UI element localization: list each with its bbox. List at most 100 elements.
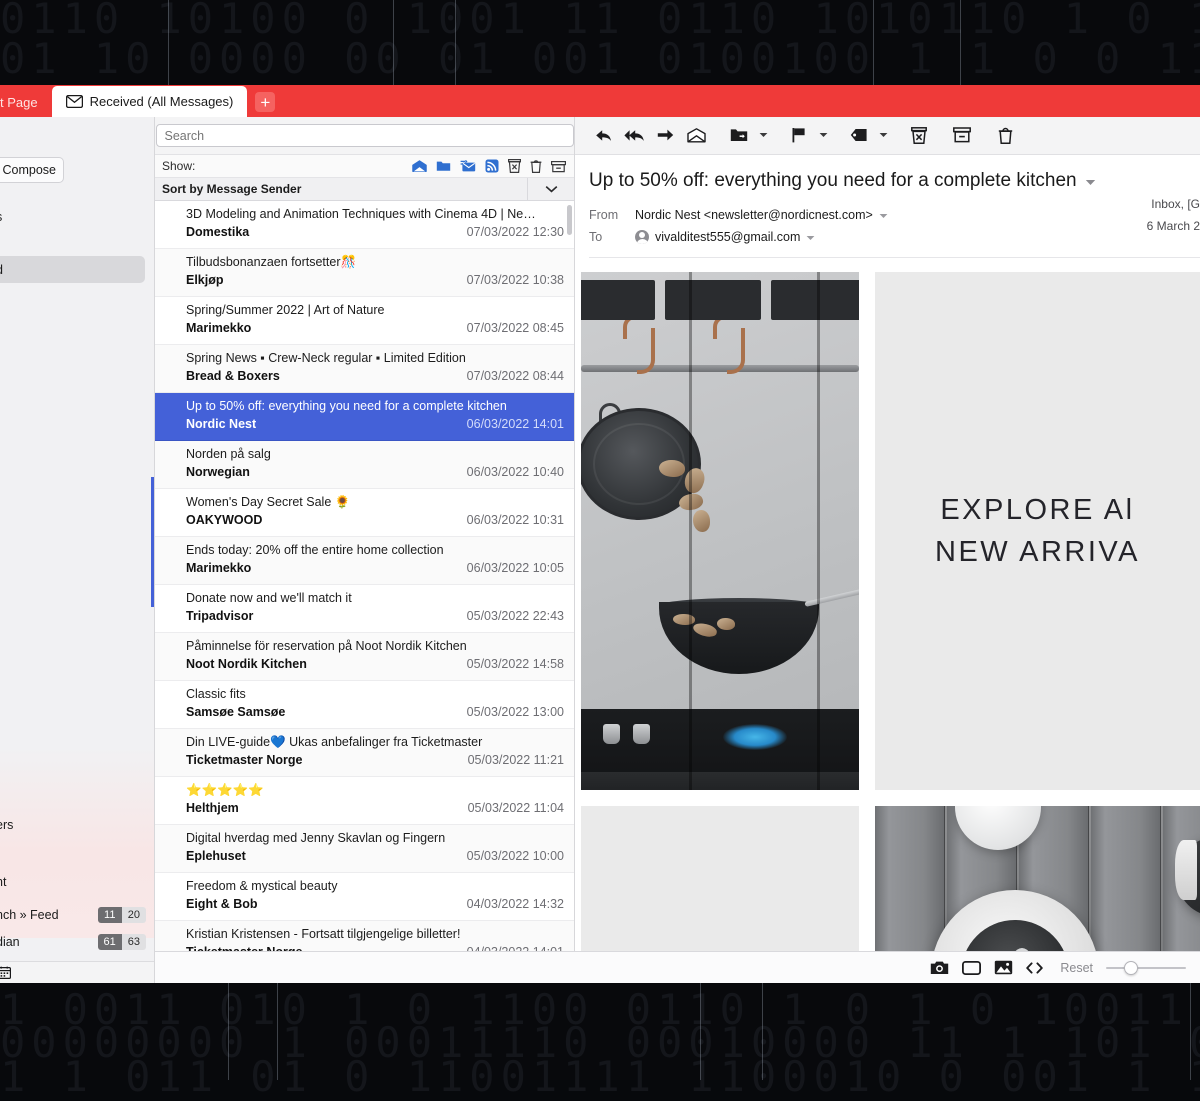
sort-label: Sort by Message Sender — [162, 182, 301, 196]
mail-header-meta: Inbox, [G 6 March 2 — [1147, 193, 1200, 237]
message-list-item[interactable]: 3D Modeling and Animation Techniques wit… — [155, 201, 574, 249]
show-label: Show: — [162, 159, 195, 173]
message-meta: Marimekko06/03/2022 10:05 — [186, 559, 564, 578]
message-subject: Norden på salg — [186, 446, 564, 463]
delete-icon[interactable] — [991, 121, 1019, 149]
sidebar-spacer — [0, 283, 154, 811]
sidebar-item-partial-2[interactable]: ers — [0, 811, 154, 838]
message-subject: Up to 50% off: everything you need for a… — [186, 398, 564, 415]
zoom-slider[interactable] — [1106, 961, 1186, 975]
backdrop-binary-text: 01 10 0000 00 01 001 0100100 1 1 0 0 11 … — [0, 34, 1200, 83]
message-sender: Noot Nordik Kitchen — [186, 655, 307, 674]
sidebar-item-partial-3[interactable]: nt — [0, 868, 154, 895]
chevron-down-icon[interactable] — [1085, 169, 1096, 193]
forward-icon[interactable] — [651, 121, 679, 149]
label-tag-icon[interactable] — [845, 121, 873, 149]
to-caret-icon[interactable] — [806, 230, 815, 244]
message-meta: Noot Nordik Kitchen05/03/2022 14:58 — [186, 655, 564, 674]
backdrop-rule — [1190, 983, 1191, 1080]
mail-header-fields: From Nordic Nest <newsletter@nordicnest.… — [589, 204, 1200, 248]
sidebar-item-received[interactable]: d — [0, 256, 145, 283]
message-date: 07/03/2022 12:30 — [467, 223, 564, 242]
message-list-item[interactable]: Din LIVE-guide💙 Ukas anbefalinger fra Ti… — [155, 729, 574, 777]
message-list-item[interactable]: Norden på salgNorwegian06/03/2022 10:40 — [155, 441, 574, 489]
message-list-item[interactable]: Donate now and we'll match itTripadvisor… — [155, 585, 574, 633]
message-date: 07/03/2022 08:45 — [467, 319, 564, 338]
sidebar-item-label: d — [0, 263, 3, 277]
message-sender: OAKYWOOD — [186, 511, 262, 530]
message-date: 05/03/2022 22:43 — [467, 607, 564, 626]
message-list-item[interactable]: Ends today: 20% off the entire home coll… — [155, 537, 574, 585]
sidebar-status-bar — [0, 961, 154, 983]
move-to-folder-icon[interactable] — [725, 121, 753, 149]
move-to-folder-caret-icon[interactable] — [756, 121, 770, 149]
backdrop-rule — [700, 983, 701, 1080]
message-list-item[interactable]: Påminnelse för reservation på Noot Nordi… — [155, 633, 574, 681]
trash-icon[interactable] — [530, 159, 542, 173]
message-sender: Eight & Bob — [186, 895, 258, 914]
reply-all-icon[interactable] — [620, 121, 648, 149]
message-date: 05/03/2022 11:04 — [468, 799, 564, 818]
sidebar-scroll-indicator[interactable] — [151, 477, 154, 607]
tab-partial-start-page[interactable]: t Page — [0, 87, 52, 117]
new-tab-button[interactable]: + — [255, 92, 275, 112]
mail-subject-row: Up to 50% off: everything you need for a… — [589, 169, 1200, 193]
message-date: 05/03/2022 10:00 — [467, 847, 564, 866]
archive-icon[interactable] — [948, 121, 976, 149]
reply-icon[interactable] — [589, 121, 617, 149]
archive-icon[interactable] — [551, 160, 566, 173]
message-subject: Spring News ▪ Crew-Neck regular ▪ Limite… — [186, 350, 564, 367]
backdrop-rule — [455, 0, 456, 85]
mail-subject: Up to 50% off: everything you need for a… — [589, 169, 1077, 193]
junk-icon[interactable] — [508, 159, 521, 173]
sidebar-item-feed-2[interactable]: dian 61 63 — [0, 928, 154, 955]
message-subject: Din LIVE-guide💙 Ukas anbefalinger fra Ti… — [186, 734, 564, 751]
viewport-icon[interactable] — [962, 961, 981, 975]
code-icon[interactable] — [1026, 962, 1043, 974]
from-line: From Nordic Nest <newsletter@nordicnest.… — [589, 204, 1200, 226]
message-list-item[interactable]: Digital hverdag med Jenny Skavlan og Fin… — [155, 825, 574, 873]
search-input[interactable] — [156, 124, 574, 147]
camera-icon[interactable] — [930, 960, 949, 975]
date-info: 6 March 2 — [1147, 215, 1200, 237]
mail-body[interactable]: EXPLORE Al NEW ARRIVA — [575, 258, 1200, 983]
sort-row[interactable]: Sort by Message Sender — [155, 178, 574, 201]
flag-caret-icon[interactable] — [816, 121, 830, 149]
message-meta: Eight & Bob 04/03/2022 14:32 — [186, 895, 564, 914]
message-list-item[interactable]: ⭐⭐⭐⭐⭐Helthjem05/03/2022 11:04 — [155, 777, 574, 825]
message-subject: Donate now and we'll match it — [186, 590, 564, 607]
message-list-item[interactable]: Spring News ▪ Crew-Neck regular ▪ Limite… — [155, 345, 574, 393]
message-list-item[interactable]: Women's Day Secret Sale 🌻OAKYWOOD06/03/2… — [155, 489, 574, 537]
sidebar-item-feed[interactable]: nch » Feed 11 20 — [0, 901, 154, 928]
message-list-item[interactable]: Spring/Summer 2022 | Art of NatureMarime… — [155, 297, 574, 345]
from-caret-icon[interactable] — [879, 208, 888, 222]
message-date: 06/03/2022 14:01 — [467, 415, 564, 434]
folder-icon[interactable] — [436, 160, 451, 172]
message-meta: OAKYWOOD06/03/2022 10:31 — [186, 511, 564, 530]
junk-icon[interactable] — [905, 121, 933, 149]
message-list-item[interactable]: Classic fitsSamsøe Samsøe05/03/2022 13:0… — [155, 681, 574, 729]
sidebar-item-partial-1[interactable]: s — [0, 203, 154, 230]
reader-toolbar — [575, 117, 1200, 155]
message-scroll-area[interactable]: 3D Modeling and Animation Techniques wit… — [155, 201, 574, 983]
chevron-down-icon[interactable] — [527, 178, 574, 200]
zoom-slider-knob[interactable] — [1124, 961, 1138, 975]
received-envelope-icon[interactable] — [460, 160, 476, 172]
calendar-icon[interactable] — [0, 966, 11, 979]
tab-received-all-messages[interactable]: Received (All Messages) — [52, 86, 248, 117]
mark-unread-icon[interactable] — [682, 121, 710, 149]
message-list-item[interactable]: Up to 50% off: everything you need for a… — [155, 393, 574, 441]
message-list-item[interactable]: Freedom & mystical beautyEight & Bob04/0… — [155, 873, 574, 921]
reset-zoom-button[interactable]: Reset — [1060, 961, 1093, 975]
compose-button[interactable]: Compose — [0, 157, 64, 183]
sidebar-item-label: nt — [0, 875, 6, 889]
message-date: 05/03/2022 13:00 — [467, 703, 564, 722]
rss-feed-icon[interactable] — [485, 159, 499, 173]
message-list-item[interactable]: Tilbudsbonanzaen fortsetter🎊Elkjøp07/03/… — [155, 249, 574, 297]
avatar — [635, 230, 649, 244]
unread-envelope-icon[interactable] — [412, 160, 427, 172]
message-date: 04/03/2022 14:32 — [467, 895, 564, 914]
label-tag-caret-icon[interactable] — [876, 121, 890, 149]
image-icon[interactable] — [994, 960, 1013, 975]
flag-icon[interactable] — [785, 121, 813, 149]
